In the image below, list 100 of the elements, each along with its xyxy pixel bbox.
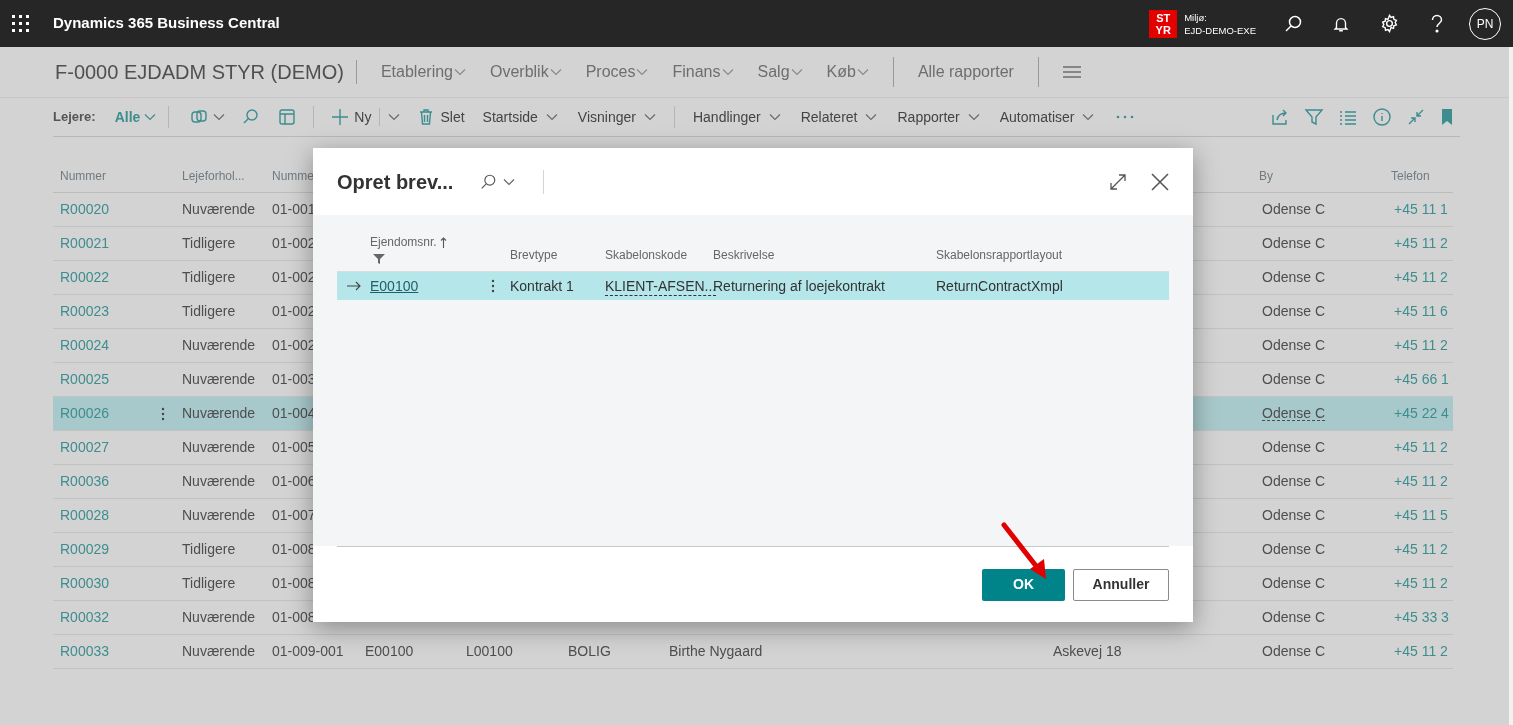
filter-button[interactable] — [1304, 107, 1324, 127]
phone-link[interactable]: +45 66 1 — [1394, 371, 1449, 387]
chevron-down-icon — [768, 113, 781, 121]
menu-button[interactable]: Relateret — [790, 106, 888, 128]
nav-menu[interactable]: Etablering — [368, 60, 478, 84]
phone-link[interactable]: +45 11 2 — [1394, 235, 1448, 251]
table-cell: E00100 — [365, 643, 414, 659]
menu-button[interactable]: Startside — [472, 106, 568, 128]
record-link[interactable]: R00023 — [60, 303, 110, 319]
record-link[interactable]: R00033 — [60, 643, 110, 659]
menu-button[interactable]: Visninger — [567, 106, 666, 128]
phone-link[interactable]: +45 11 2 — [1394, 643, 1448, 659]
phone-link[interactable]: +45 22 4 — [1394, 405, 1449, 421]
record-link[interactable]: R00024 — [60, 337, 110, 353]
record-link[interactable]: R00027 — [60, 439, 110, 455]
search-icon — [1283, 13, 1303, 34]
nav-menu[interactable]: Køb — [814, 60, 881, 84]
record-link[interactable]: R00030 — [60, 575, 110, 591]
phone-link[interactable]: +45 11 1 — [1394, 201, 1448, 217]
bookmark-button[interactable] — [1440, 108, 1454, 126]
menu-button[interactable]: Automatiser — [989, 106, 1105, 128]
app-title: Dynamics 365 Business Central — [53, 13, 280, 34]
column-header[interactable]: By — [1259, 168, 1273, 183]
filter-dropdown[interactable]: Alle — [114, 106, 157, 128]
record-link[interactable]: R00036 — [60, 473, 110, 489]
ok-button[interactable]: OK — [982, 568, 1065, 601]
phone-link[interactable]: +45 11 6 — [1394, 303, 1448, 319]
phone-link[interactable]: +45 11 2 — [1394, 575, 1448, 591]
column-header[interactable]: Ejendomsnr. — [370, 233, 437, 251]
record-link[interactable]: R00029 — [60, 541, 110, 557]
expand-button[interactable] — [1109, 172, 1127, 191]
info-button[interactable] — [1372, 107, 1392, 127]
menu-button[interactable]: Rapporter — [887, 106, 990, 128]
phone-link[interactable]: +45 11 2 — [1394, 439, 1448, 455]
chevron-down-icon — [503, 177, 516, 186]
phone-link[interactable]: +45 11 5 — [1394, 507, 1448, 523]
record-link[interactable]: R00028 — [60, 507, 110, 523]
column-header[interactable]: Lejeforhol... — [182, 168, 245, 183]
table-cell: Nuværende — [182, 371, 256, 387]
table-cell: Odense C — [1262, 405, 1326, 421]
record-link[interactable]: R00032 — [60, 609, 110, 625]
app-launcher-button[interactable] — [12, 14, 30, 33]
column-header[interactable]: Beskrivelse — [713, 246, 775, 264]
filter-icon — [1304, 107, 1324, 127]
environment-name: EJD-DEMO-EXE — [1184, 23, 1256, 37]
table-row[interactable]: R00033 Nuværende 01-009-001 E00100 L00100 BOLIG Birthe Nygaard Askevej 18 Odense C +45 11 2 — [53, 635, 1453, 669]
table-cell: Odense C — [1262, 371, 1326, 387]
nav-menu[interactable]: Finans — [660, 60, 746, 84]
nav-menu[interactable]: Proces — [573, 60, 661, 84]
nav-menu[interactable]: Salg — [745, 60, 815, 84]
record-link[interactable]: E00100 — [370, 277, 419, 294]
chevron-down-icon — [643, 113, 656, 121]
column-header[interactable]: Numme — [272, 168, 314, 183]
table-cell: Returnering af loejekontrakt — [713, 277, 885, 294]
phone-link[interactable]: +45 33 3 — [1394, 609, 1449, 625]
more-icon — [1116, 115, 1135, 119]
phone-link[interactable]: +45 11 2 — [1394, 337, 1448, 353]
delete-button[interactable]: Slet — [408, 106, 473, 128]
table-cell: Odense C — [1262, 473, 1326, 489]
column-header[interactable]: Nummer — [60, 168, 106, 183]
phone-link[interactable]: +45 11 2 — [1394, 269, 1448, 285]
table-cell: Tidligere — [182, 235, 236, 251]
new-button[interactable]: Ny — [322, 106, 380, 128]
more-vertical-icon[interactable] — [490, 279, 495, 293]
more-vertical-icon[interactable] — [160, 406, 165, 421]
table-row[interactable]: E00100 Kontrakt 1 KLIENT-AFSEN...Returnering af loejekontrakt ReturnContractXmpl — [337, 271, 1169, 300]
column-header[interactable]: Skabelonskode — [605, 246, 688, 264]
column-header[interactable]: Skabelonsrapportlayout — [936, 246, 1063, 264]
phone-link[interactable]: +45 11 2 — [1394, 473, 1448, 489]
table-cell: Odense C — [1262, 201, 1326, 217]
record-link[interactable]: R00021 — [60, 235, 110, 251]
table-cell: Tidligere — [182, 269, 236, 285]
record-link[interactable]: R00022 — [60, 269, 110, 285]
chevron-down-icon — [388, 113, 401, 121]
record-link[interactable]: R00020 — [60, 201, 110, 217]
chevron-down-icon — [967, 113, 980, 121]
table-cell: 01-007 — [272, 507, 316, 523]
column-header[interactable]: Telefon — [1391, 168, 1430, 183]
bookmark-icon — [1440, 108, 1454, 126]
table-cell: Odense C — [1262, 643, 1326, 659]
table-cell: Tidligere — [182, 303, 236, 319]
arrow-right-icon — [346, 281, 361, 291]
filter-label: Lejere: — [53, 108, 96, 127]
record-link[interactable]: R00025 — [60, 371, 110, 387]
collapse-button[interactable] — [1406, 107, 1426, 127]
table-cell: Nuværende — [182, 439, 256, 455]
close-button[interactable] — [1151, 172, 1169, 191]
table-cell: ReturnContractXmpl — [936, 277, 1063, 294]
cancel-button[interactable]: Annuller — [1073, 568, 1169, 601]
menu-button[interactable]: Handlinger — [682, 106, 791, 128]
table-cell: Odense C — [1262, 541, 1326, 557]
table-cell: 01-009-001 — [272, 643, 344, 659]
share-button[interactable] — [1270, 107, 1290, 127]
nav-menu[interactable]: Overblik — [478, 60, 574, 84]
chevron-down-icon — [144, 113, 157, 121]
column-header[interactable]: Brevtype — [510, 246, 558, 264]
environment-badge: ST YR — [1149, 9, 1178, 38]
record-link[interactable]: R00026 — [60, 405, 110, 421]
nav-link[interactable]: Alle rapporter — [905, 60, 1026, 84]
phone-link[interactable]: +45 11 2 — [1394, 541, 1448, 557]
